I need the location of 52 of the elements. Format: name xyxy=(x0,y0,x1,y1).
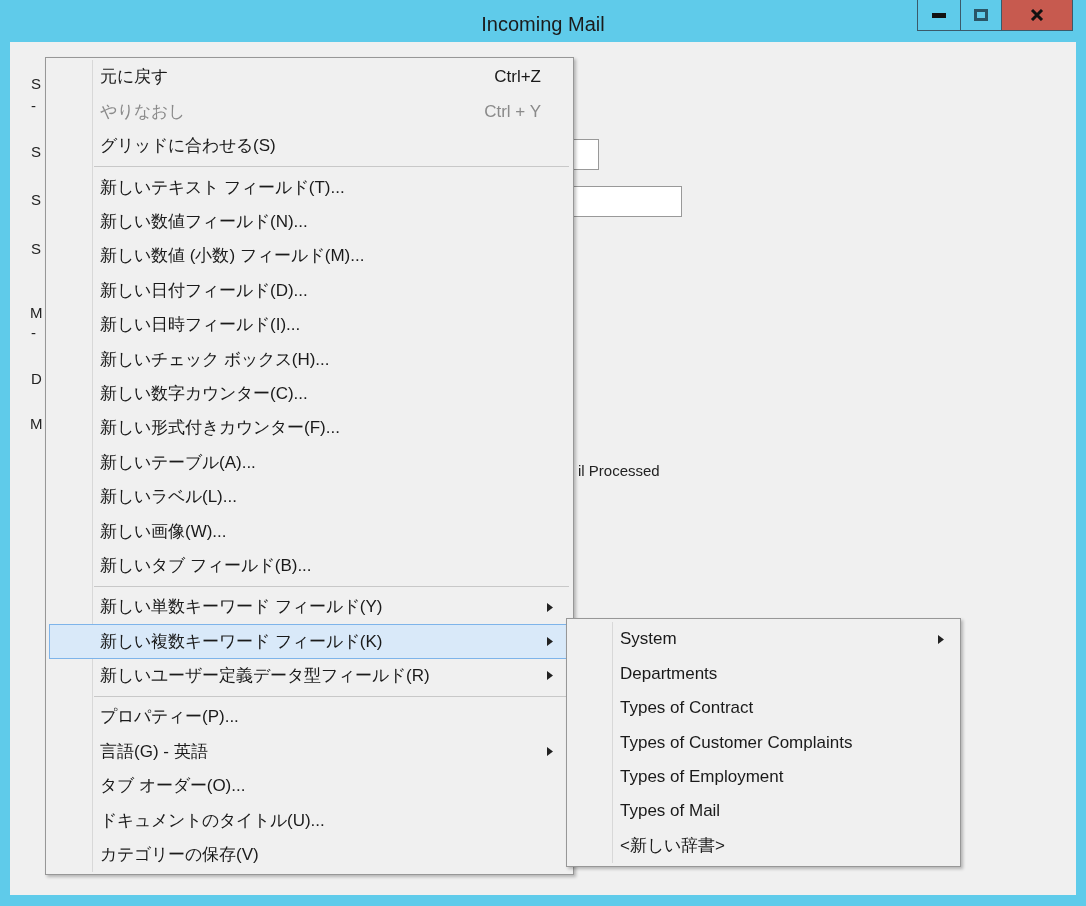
input-field[interactable] xyxy=(573,186,682,217)
window-title: Incoming Mail xyxy=(481,12,605,37)
submenu-item[interactable]: Types of Contract xyxy=(567,690,960,726)
menu-item[interactable]: 新しいラベル(L)... xyxy=(49,479,570,515)
menu-item[interactable]: 新しい形式付きカウンター(F)... xyxy=(49,410,570,446)
submenu-arrow-icon xyxy=(547,671,553,681)
submenu-item[interactable]: Types of Customer Complaints xyxy=(567,725,960,760)
input-field[interactable] xyxy=(573,139,599,170)
submenu-arrow-icon xyxy=(547,602,553,612)
form-label: D xyxy=(31,369,42,389)
form-label: S xyxy=(31,74,41,94)
menu-item[interactable]: 新しいタブ フィールド(B)... xyxy=(49,548,570,583)
close-icon xyxy=(1030,9,1044,21)
submenu-item[interactable]: Departments xyxy=(567,656,960,691)
submenu-item[interactable]: Types of Mail xyxy=(567,793,960,829)
menu-item[interactable]: 新しい数値 (小数) フィールド(M)... xyxy=(49,238,570,274)
menu-item[interactable]: 新しい数字カウンター(C)... xyxy=(49,376,570,411)
maximize-button[interactable] xyxy=(961,0,1002,31)
menu-item[interactable]: 新しい画像(W)... xyxy=(49,514,570,549)
form-label: - xyxy=(31,96,36,116)
menu-item[interactable]: カテゴリーの保存(V) xyxy=(49,837,570,872)
submenu-item[interactable]: <新しい辞書> xyxy=(567,828,960,863)
menu-item[interactable]: グリッドに合わせる(S) xyxy=(49,128,570,164)
submenu-arrow-icon xyxy=(547,747,553,757)
menu-item[interactable]: 新しいテキスト フィールド(T)... xyxy=(49,170,570,205)
menu-item[interactable]: ドキュメントのタイトル(U)... xyxy=(49,803,570,838)
form-label: S xyxy=(31,190,41,210)
submenu-item[interactable]: System xyxy=(567,622,960,657)
submenu-item[interactable]: Types of Employment xyxy=(567,759,960,794)
menu-item[interactable]: 新しい日付フィールド(D)... xyxy=(49,273,570,308)
form-label: S xyxy=(31,239,41,259)
menu-item[interactable]: 新しい単数キーワード フィールド(Y) xyxy=(49,589,570,625)
menu-item[interactable]: 新しい数値フィールド(N)... xyxy=(49,204,570,239)
form-label: M xyxy=(30,414,43,434)
minimize-icon xyxy=(932,12,946,18)
form-label: il Processed xyxy=(578,461,660,481)
minimize-button[interactable] xyxy=(917,0,961,31)
form-label: S xyxy=(31,142,41,162)
menu-item[interactable]: 新しいチェック ボックス(H)... xyxy=(49,342,570,377)
menu-item[interactable]: タブ オーダー(O)... xyxy=(49,768,570,804)
maximize-icon xyxy=(974,9,988,21)
menu-item[interactable]: プロパティー(P)... xyxy=(49,700,570,735)
submenu-arrow-icon xyxy=(547,636,553,646)
menu-item[interactable]: 新しいテーブル(A)... xyxy=(49,445,570,480)
menu-item[interactable]: 元に戻す Ctrl+Z xyxy=(49,60,570,95)
form-label: - xyxy=(31,323,36,343)
menu-item[interactable]: 新しい日時フィールド(I)... xyxy=(49,307,570,343)
form-label: M xyxy=(30,303,43,323)
menu-item[interactable]: 言語(G) - 英語 xyxy=(49,734,570,769)
menu-item[interactable]: 新しいユーザー定義データ型フィールド(R) xyxy=(49,658,570,694)
submenu-arrow-icon xyxy=(938,634,944,644)
close-button[interactable] xyxy=(1002,0,1073,31)
